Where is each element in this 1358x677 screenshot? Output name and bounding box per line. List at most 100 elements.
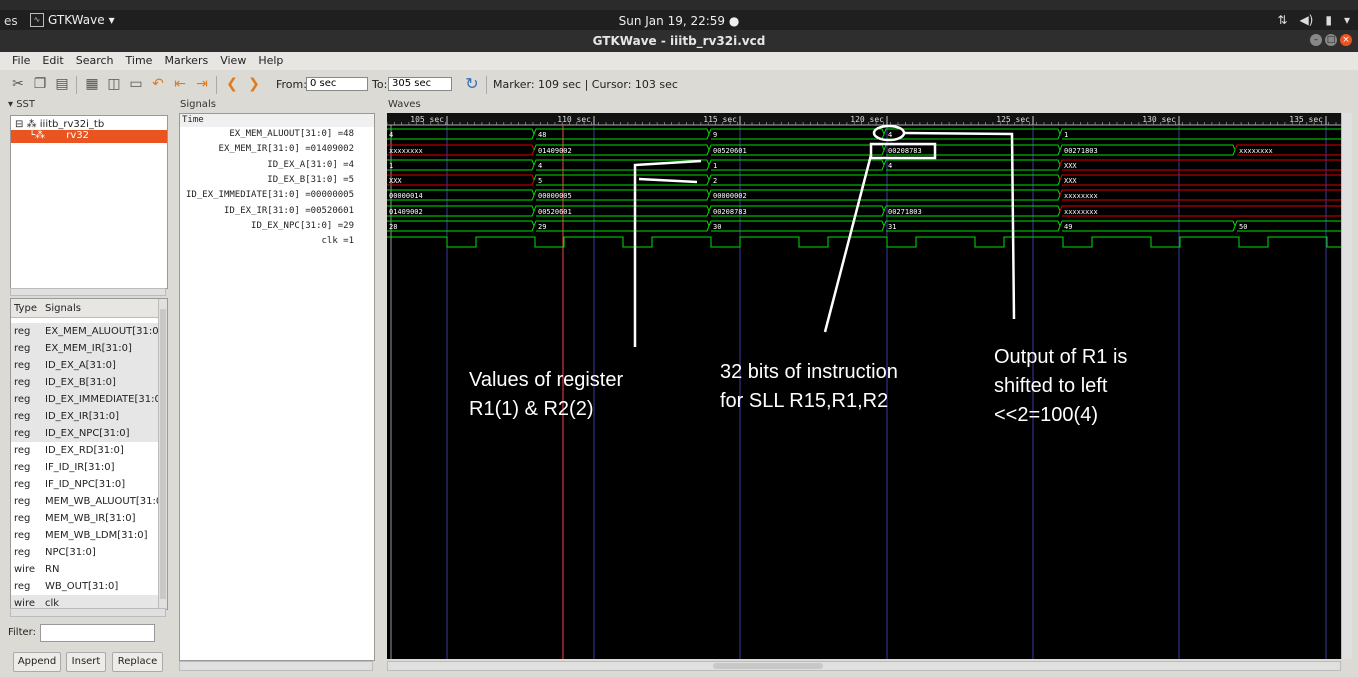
volume-icon[interactable]: ◀) (1299, 13, 1313, 27)
menu-time[interactable]: Time (120, 52, 159, 70)
bus-segment (533, 174, 710, 186)
list-item[interactable]: reg MEM_WB_LDM[31:0] (11, 527, 158, 544)
menu-file[interactable]: File (6, 52, 36, 70)
insert-button[interactable]: Insert (66, 652, 106, 672)
type-column-header[interactable]: Type (14, 303, 37, 314)
copy-icon[interactable]: ❐ (32, 76, 48, 92)
signal-name: ID_EX_IR[31:0] (45, 411, 119, 422)
list-item[interactable]: reg NPC[31:0] (11, 544, 158, 561)
bus-segment (708, 220, 885, 232)
bus-segment (708, 174, 1061, 186)
list-vertical-scrollbar[interactable] (158, 299, 167, 609)
bus-value-label: 00271803 (1064, 147, 1098, 155)
sst-horizontal-scrollbar[interactable] (10, 288, 166, 296)
menu-edit[interactable]: Edit (36, 52, 69, 70)
battery-icon[interactable]: ▮ (1325, 13, 1332, 27)
bus-value-label: 00520601 (713, 147, 747, 155)
system-clock[interactable]: Sun Jan 19, 22:59 ● (0, 14, 1358, 28)
menu-help[interactable]: Help (252, 52, 289, 70)
time-tick-label: 135 sec (1289, 115, 1323, 124)
list-item[interactable]: reg WB_OUT[31:0] (11, 578, 158, 595)
list-item[interactable]: reg IF_ID_IR[31:0] (11, 459, 158, 476)
cut-icon[interactable]: ✂ (10, 76, 26, 92)
bus-value-label: XXX (1064, 177, 1077, 185)
signal-row[interactable]: ID_EX_NPC[31:0] =29 (251, 221, 354, 236)
signal-name: ID_EX_NPC[31:0] (45, 428, 130, 439)
menu-view[interactable]: View (214, 52, 252, 70)
close-button[interactable]: × (1340, 34, 1352, 46)
hierarchy-icon: ⁂ (26, 119, 37, 130)
list-item[interactable]: wire RN (11, 561, 158, 578)
scrollbar-thumb[interactable] (160, 309, 166, 599)
list-item[interactable]: reg EX_MEM_IR[31:0] (11, 340, 158, 357)
bus-segment (387, 220, 535, 232)
bus-value-label: 29 (538, 223, 546, 231)
signal-row[interactable]: EX_MEM_IR[31:0] =01409002 (219, 144, 354, 159)
bus-segment (387, 159, 535, 171)
list-item[interactable]: reg ID_EX_IR[31:0] (11, 408, 158, 425)
zoom-fit-icon[interactable]: ◫ (106, 76, 122, 92)
maximize-button[interactable]: □ (1325, 34, 1337, 46)
from-label: From: (276, 78, 307, 91)
select-all-icon[interactable]: ▦ (84, 76, 100, 92)
waves-scrollbar-thumb[interactable] (713, 663, 823, 669)
bus-segment (387, 128, 535, 140)
menu-markers[interactable]: Markers (158, 52, 214, 70)
jump-end-icon[interactable]: ⇥ (194, 76, 210, 92)
list-item[interactable]: reg ID_EX_RD[31:0] (11, 442, 158, 459)
signals-horizontal-scrollbar[interactable] (179, 661, 373, 671)
time-tick-label: 130 sec (1142, 115, 1176, 124)
bus-value-label: 28 (389, 223, 397, 231)
to-input[interactable] (388, 77, 452, 91)
list-horizontal-scrollbar[interactable] (10, 608, 166, 617)
undo-zoom-icon[interactable]: ↶ (150, 76, 166, 92)
zoom-out-icon[interactable]: ▭ (128, 76, 144, 92)
filter-input[interactable] (40, 624, 155, 642)
signal-name: RN (45, 564, 60, 575)
annotation-arrow-registers-2 (638, 177, 698, 184)
power-menu-icon[interactable]: ▾ (1344, 13, 1350, 27)
tree-node-root[interactable]: ⊟ ⁂ iiitb_rv32i_tb (15, 119, 104, 130)
tree-expander-icon[interactable]: ⊟ (15, 119, 23, 130)
network-icon[interactable]: ⇅ (1277, 13, 1287, 27)
bus-value-label: 00208783 (713, 208, 747, 216)
signal-row[interactable]: ID_EX_IR[31:0] =00520601 (224, 206, 354, 221)
signal-row[interactable]: ID_EX_A[31:0] =4 (267, 160, 354, 175)
bus-value-label: 9 (713, 131, 717, 139)
list-item[interactable]: reg ID_EX_NPC[31:0] (11, 425, 158, 442)
list-item[interactable]: reg MEM_WB_ALUOUT[31:0] (11, 493, 166, 510)
annotation-arrow-output (903, 131, 1016, 320)
reload-icon[interactable]: ↻ (464, 76, 480, 92)
next-edge-icon[interactable]: ❯ (246, 76, 262, 92)
list-item[interactable]: reg EX_MEM_ALUOUT[31:0] (11, 323, 163, 340)
signal-row[interactable]: ID_EX_IMMEDIATE[31:0] =00000005 (186, 190, 354, 205)
from-input[interactable] (306, 77, 368, 91)
sst-header[interactable]: ▾ SST (8, 99, 35, 110)
list-item[interactable]: reg IF_ID_NPC[31:0] (11, 476, 158, 493)
bus-value-label: 50 (1239, 223, 1247, 231)
signal-row[interactable]: ID_EX_B[31:0] =5 (267, 175, 354, 190)
signal-row[interactable]: clk =1 (321, 236, 354, 251)
bus-value-label: 2 (713, 177, 717, 185)
tree-node-rv32[interactable]: └⁂ rv32 (11, 130, 167, 143)
signals-column-header[interactable]: Signals (45, 303, 81, 314)
append-button[interactable]: Append (13, 652, 61, 672)
menu-search[interactable]: Search (70, 52, 120, 70)
list-item[interactable]: reg ID_EX_A[31:0] (11, 357, 158, 374)
list-item[interactable]: reg ID_EX_IMMEDIATE[31:0] (11, 391, 165, 408)
paste-icon[interactable]: ▤ (54, 76, 70, 92)
signal-type: reg (14, 530, 31, 541)
jump-start-icon[interactable]: ⇤ (172, 76, 188, 92)
window-title-bar[interactable]: GTKWave - iiitb_rv32i.vcd – □ × (0, 30, 1358, 52)
waves-vertical-scrollbar[interactable] (1341, 113, 1352, 659)
signal-type: reg (14, 326, 31, 337)
signal-name: MEM_WB_ALUOUT[31:0] (45, 496, 167, 507)
minimize-button[interactable]: – (1310, 34, 1322, 46)
replace-button[interactable]: Replace (112, 652, 163, 672)
previous-edge-icon[interactable]: ❮ (224, 76, 240, 92)
system-tray[interactable]: ⇅ ◀) ▮ ▾ (1277, 13, 1350, 27)
signal-row[interactable]: EX_MEM_ALUOUT[31:0] =48 (229, 129, 354, 144)
list-item[interactable]: reg ID_EX_B[31:0] (11, 374, 158, 391)
waves-horizontal-scrollbar[interactable] (387, 661, 1341, 671)
list-item[interactable]: reg MEM_WB_IR[31:0] (11, 510, 158, 527)
